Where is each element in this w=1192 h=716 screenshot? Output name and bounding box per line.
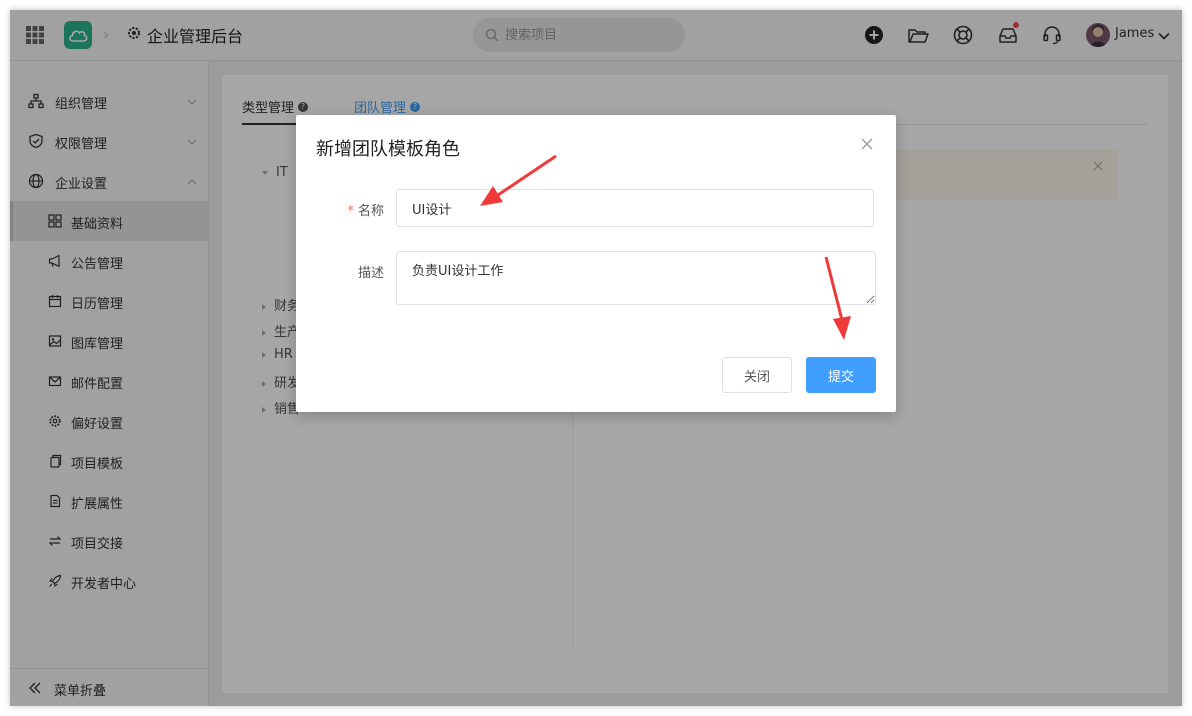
close-button[interactable]: 关闭 (722, 357, 792, 393)
description-textarea[interactable]: 负责UI设计工作 (396, 251, 876, 305)
name-input[interactable] (396, 189, 874, 227)
app-window: › 企业管理后台 James 组织管理 权限管理 (10, 10, 1182, 706)
name-field-label: * 名称 (304, 200, 384, 219)
close-icon[interactable] (860, 137, 874, 151)
dialog-title: 新增团队模板角色 (316, 139, 460, 160)
desc-field-label: 描述 (357, 266, 384, 281)
name-label-text: 名称 (357, 204, 384, 219)
add-team-role-dialog: 新增团队模板角色 *名称 描述 负责UI设计工作 关闭 提交 (296, 115, 896, 412)
required-mark: * (347, 204, 354, 219)
submit-button[interactable]: 提交 (806, 357, 876, 393)
